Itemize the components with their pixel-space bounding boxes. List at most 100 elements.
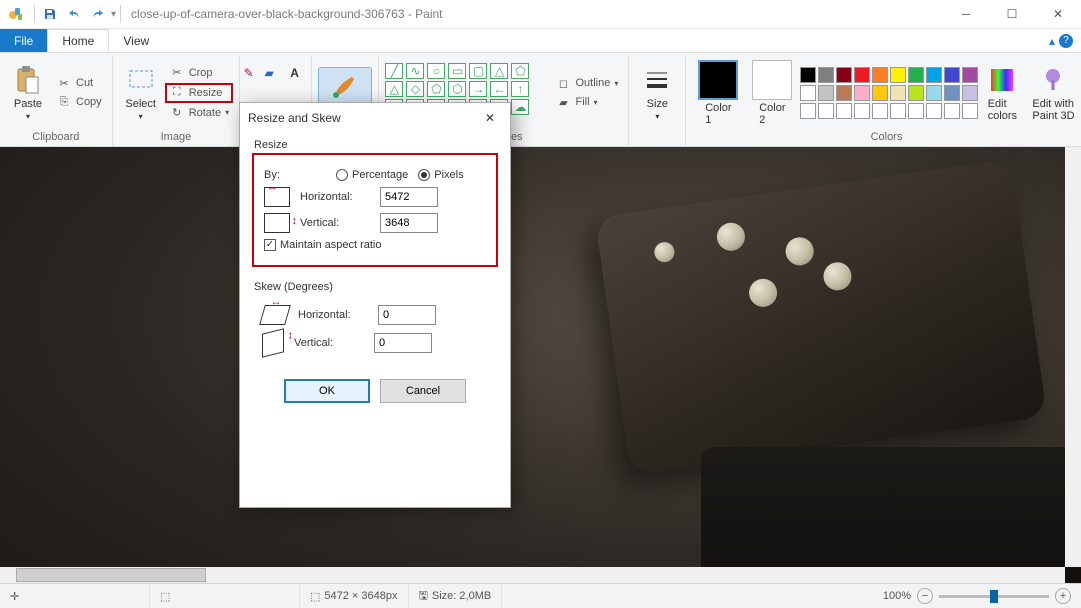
redo-icon[interactable] xyxy=(87,3,109,25)
color-swatch[interactable] xyxy=(818,103,834,119)
color-swatch[interactable] xyxy=(926,67,942,83)
status-bar: ✛ ⬚ ⬚ 5472 × 3648px 🖫 Size: 2,0MB 100% − + xyxy=(0,583,1081,608)
color-swatch[interactable] xyxy=(854,85,870,101)
color-swatch[interactable] xyxy=(944,85,960,101)
dialog-title: Resize and Skew xyxy=(248,111,341,125)
percentage-radio[interactable]: Percentage xyxy=(336,169,408,181)
tab-file[interactable]: File xyxy=(0,29,47,52)
zoom-out-button[interactable]: − xyxy=(917,588,933,604)
color-swatch[interactable] xyxy=(890,67,906,83)
color-swatch[interactable] xyxy=(926,85,942,101)
fill-button[interactable]: ▰Fill▾ xyxy=(551,93,622,111)
disk-icon: 🖫 xyxy=(419,587,428,606)
skew-vertical-input[interactable] xyxy=(374,333,432,353)
pixels-radio[interactable]: Pixels xyxy=(418,169,463,181)
undo-icon[interactable] xyxy=(63,3,85,25)
aspect-ratio-checkbox[interactable]: ✓Maintain aspect ratio xyxy=(264,239,382,251)
dialog-close-icon[interactable]: ✕ xyxy=(478,106,502,130)
horizontal-scrollbar[interactable] xyxy=(0,567,1065,583)
status-dimensions: 5472 × 3648px xyxy=(324,590,397,602)
skew-horizontal-input[interactable] xyxy=(378,305,436,325)
save-icon[interactable] xyxy=(39,3,61,25)
color-swatch[interactable] xyxy=(944,67,960,83)
paste-button[interactable]: Paste▾ xyxy=(6,62,50,123)
color1-button[interactable]: Color 1 xyxy=(692,58,744,128)
dimensions-icon: ⬚ xyxy=(310,590,320,603)
pencil-icon[interactable]: ✎ xyxy=(244,66,262,80)
menu-bar: File Home View ▴ ? xyxy=(0,29,1081,53)
color-swatch[interactable] xyxy=(854,103,870,119)
color-swatch[interactable] xyxy=(872,67,888,83)
color-swatch[interactable] xyxy=(908,67,924,83)
cut-button[interactable]: ✂Cut xyxy=(52,74,106,92)
group-size: Size▾ xyxy=(629,55,686,146)
fill-icon: ▰ xyxy=(555,94,571,110)
copy-button[interactable]: ⎘Copy xyxy=(52,93,106,111)
color-palette[interactable] xyxy=(800,67,978,119)
copy-icon: ⎘ xyxy=(56,94,72,110)
paint3d-button[interactable]: Edit with Paint 3D xyxy=(1026,62,1080,124)
minimize-button[interactable]: ─ xyxy=(943,0,989,29)
color-swatch[interactable] xyxy=(908,85,924,101)
cursor-icon: ✛ xyxy=(10,590,19,603)
size-button[interactable]: Size▾ xyxy=(635,62,679,123)
color-swatch[interactable] xyxy=(872,103,888,119)
vertical-scrollbar[interactable] xyxy=(1065,147,1081,567)
quick-access-toolbar: ▾ xyxy=(39,3,116,25)
tab-view[interactable]: View xyxy=(109,29,163,52)
cancel-button[interactable]: Cancel xyxy=(380,379,466,403)
color-swatch[interactable] xyxy=(800,85,816,101)
color-swatch[interactable] xyxy=(800,103,816,119)
color-swatch[interactable] xyxy=(962,85,978,101)
window-controls: ─ ☐ ✕ xyxy=(943,0,1081,29)
title-bar: ▾ close-up-of-camera-over-black-backgrou… xyxy=(0,0,1081,29)
outline-button[interactable]: ◻Outline▾ xyxy=(551,74,622,92)
canvas[interactable] xyxy=(0,147,1081,583)
color-swatch[interactable] xyxy=(944,103,960,119)
resize-horizontal-input[interactable] xyxy=(380,187,438,207)
crop-button[interactable]: ✂Crop xyxy=(165,64,233,82)
app-icon xyxy=(6,4,26,24)
ok-button[interactable]: OK xyxy=(284,379,370,403)
close-button[interactable]: ✕ xyxy=(1035,0,1081,29)
zoom-value: 100% xyxy=(883,590,911,602)
color-swatch[interactable] xyxy=(818,67,834,83)
selection-icon: ⬚ xyxy=(160,590,170,603)
zoom-slider[interactable] xyxy=(939,595,1049,598)
color-swatch[interactable] xyxy=(836,103,852,119)
maximize-button[interactable]: ☐ xyxy=(989,0,1035,29)
color-swatch[interactable] xyxy=(926,103,942,119)
tab-home[interactable]: Home xyxy=(47,29,109,52)
color-swatch[interactable] xyxy=(836,67,852,83)
color-swatch[interactable] xyxy=(962,103,978,119)
zoom-control: 100% − + xyxy=(873,588,1081,604)
resize-icon: ⛶ xyxy=(169,85,185,101)
color-swatch[interactable] xyxy=(872,85,888,101)
select-button[interactable]: Select▾ xyxy=(119,62,163,123)
color2-button[interactable]: Color 2 xyxy=(746,58,798,128)
color-swatch[interactable] xyxy=(890,103,906,119)
text-icon[interactable]: A xyxy=(286,66,304,80)
ribbon: Paste▾ ✂Cut ⎘Copy Clipboard Select▾ ✂Cro… xyxy=(0,53,1081,147)
edit-colors-button[interactable]: Edit colors xyxy=(980,62,1024,124)
color-swatch[interactable] xyxy=(836,85,852,101)
color-swatch[interactable] xyxy=(854,67,870,83)
resize-vertical-input[interactable] xyxy=(380,213,438,233)
status-size: Size: 2,0MB xyxy=(432,590,491,602)
color-swatch[interactable] xyxy=(890,85,906,101)
group-image: Select▾ ✂Crop ⛶Resize ↻Rotate▾ Image xyxy=(113,55,240,146)
zoom-in-button[interactable]: + xyxy=(1055,588,1071,604)
skew-v-icon: ↕ xyxy=(262,328,284,357)
window-title: close-up-of-camera-over-black-background… xyxy=(131,7,442,21)
help-icon[interactable]: ▴ ? xyxy=(1049,29,1073,52)
bucket-icon[interactable]: ▰ xyxy=(265,66,283,80)
rotate-button[interactable]: ↻Rotate▾ xyxy=(165,104,233,122)
color-swatch[interactable] xyxy=(962,67,978,83)
scissors-icon: ✂ xyxy=(56,75,72,91)
color-swatch[interactable] xyxy=(818,85,834,101)
color-swatch[interactable] xyxy=(908,103,924,119)
color-swatch[interactable] xyxy=(800,67,816,83)
group-colors: Color 1 Color 2 Edit colors Edit with Pa… xyxy=(686,55,1081,146)
resize-button[interactable]: ⛶Resize xyxy=(165,83,233,103)
resize-section: By: Percentage Pixels ↔ Horizontal: ↕ Ve… xyxy=(252,153,498,267)
